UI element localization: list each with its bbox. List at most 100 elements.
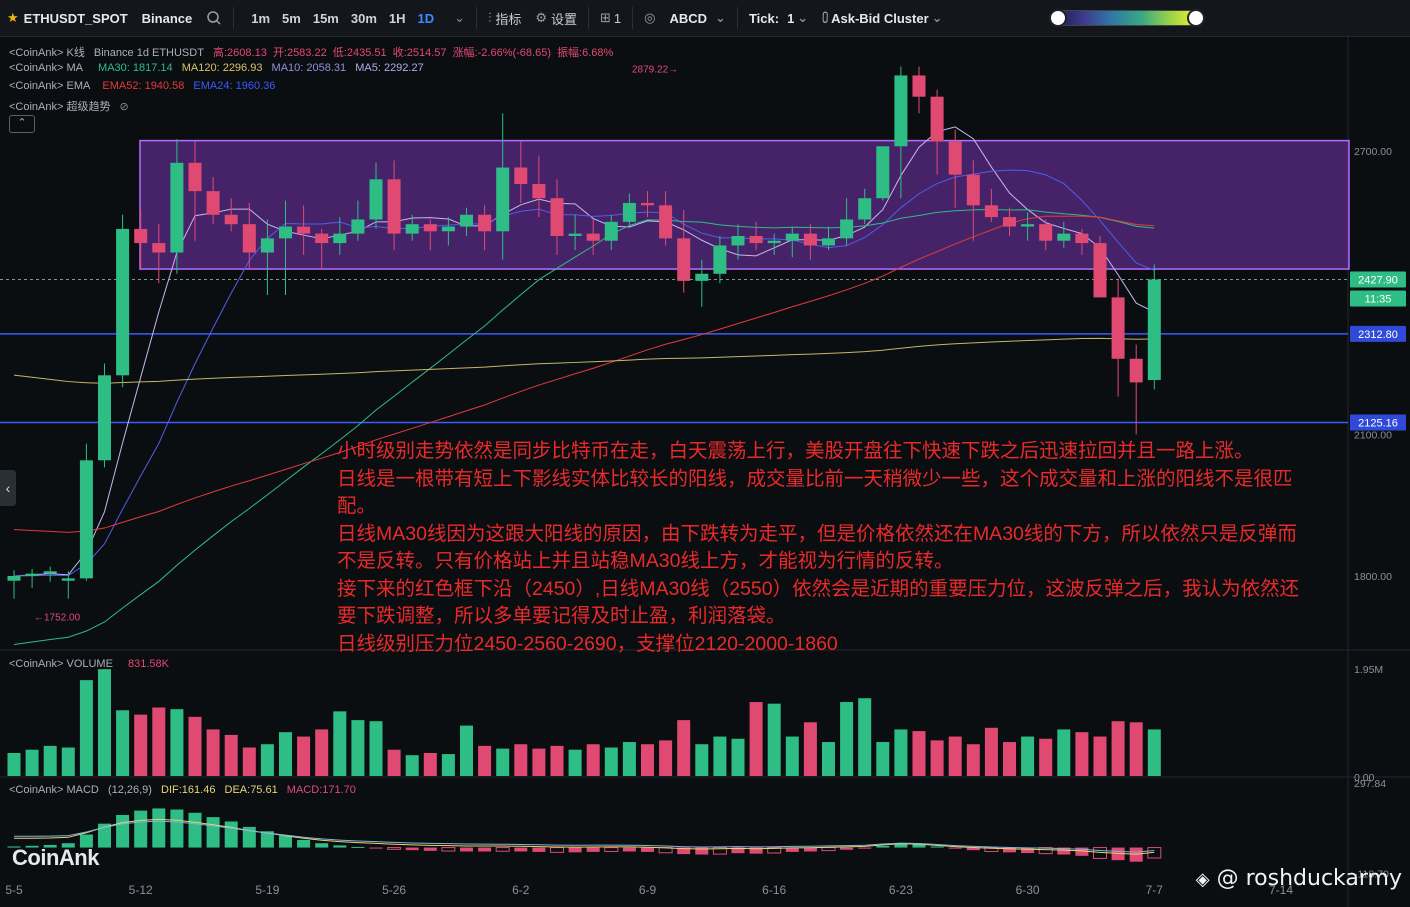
legend-high: 高:2608.13 <box>213 47 267 59</box>
annotation-line: 日线是一根带有短上下影线实体比较长的阳线，成交量比前一天稍微少一些，这个成交量和… <box>337 467 1293 518</box>
candle-body <box>930 96 944 142</box>
volume-bar <box>1003 742 1016 776</box>
candle-body <box>333 233 347 244</box>
candle-body <box>152 243 166 253</box>
candle-body <box>948 141 962 175</box>
drawing-tool-selector[interactable]: ABCD ⌄ <box>662 0 732 36</box>
volume-bar <box>441 754 455 776</box>
cluster-selector[interactable]: ⩇ Ask-Bid Cluster ⌄ <box>815 0 949 36</box>
drawing-tool-label: ABCD <box>669 10 708 26</box>
volume-bar <box>677 720 691 776</box>
settings-button[interactable]: ⚙ 设置 <box>528 0 584 36</box>
watermark-text: @ roshduckarmy <box>1216 866 1402 891</box>
price-label-hline: 2125.16 <box>1350 414 1406 431</box>
collapse-legend-button[interactable]: ⌃ <box>9 115 35 133</box>
volume-bar <box>170 709 184 776</box>
macd-bar <box>514 847 528 852</box>
candle-body <box>785 233 799 241</box>
macd-bar <box>351 846 365 848</box>
candle-body <box>7 576 21 581</box>
star-icon[interactable]: ★ <box>7 10 19 26</box>
macd-bar <box>387 847 402 850</box>
indicators-icon: ⫶ <box>488 10 492 25</box>
divider <box>233 7 235 29</box>
heatmap-gradient-slider[interactable] <box>1049 9 1205 27</box>
interval-5m[interactable]: 5m <box>276 11 307 26</box>
interval-1h[interactable]: 1H <box>383 11 412 26</box>
legend-low: 低:2435.51 <box>332 47 387 59</box>
date-tick-label: 6-23 <box>889 883 913 897</box>
volume-bar <box>423 752 437 776</box>
kline-legend: <CoinAnk> K线 Binance 1d ETHUSDT 高:2608.1… <box>9 44 619 60</box>
legend-prefix: <CoinAnk> EMA <box>9 80 91 92</box>
slider-left-handle[interactable] <box>1049 9 1067 27</box>
tick-selector[interactable]: Tick: 1 ⌄ <box>742 0 815 36</box>
candle-body <box>242 224 256 253</box>
candle-body <box>496 167 510 232</box>
candle-body <box>279 226 292 239</box>
volume-bar <box>1039 738 1053 776</box>
macd-bar <box>495 847 510 852</box>
visibility-icon[interactable]: ◎ <box>637 0 662 36</box>
candle-body <box>25 573 39 576</box>
candle-body <box>315 233 329 244</box>
watermark: ◈ @ roshduckarmy <box>1196 866 1402 891</box>
volume-bar <box>713 736 727 776</box>
chevron-down-icon: ⌄ <box>931 10 943 25</box>
volume-bar <box>1075 732 1089 776</box>
macd-bar <box>948 847 962 849</box>
eye-off-icon[interactable]: ⊘ <box>120 101 129 113</box>
exchange-label[interactable]: Binance <box>135 0 200 36</box>
legend-dea: DEA:75.61 <box>224 784 278 796</box>
candle-body <box>586 233 600 241</box>
candle-body <box>297 226 311 234</box>
analysis-annotation: 小时级别走势依然是同步比特币在走，白天震荡上行，美股开盘往下快速下跌之后迅速拉回… <box>337 438 1312 658</box>
macd-bar <box>821 847 836 852</box>
legend-open: 开:2583.22 <box>272 47 327 59</box>
volume-bar <box>912 731 926 776</box>
candle-body <box>206 191 220 215</box>
candle-body <box>351 219 365 234</box>
volume-bar <box>749 702 763 776</box>
volume-bar <box>532 748 546 776</box>
volume-bar <box>803 722 817 776</box>
search-icon[interactable] <box>199 0 229 36</box>
volume-tick-label: 1.95M <box>1354 664 1383 676</box>
ema-legend: <CoinAnk> EMA EMA52: 1940.58 EMA24: 1960… <box>9 80 281 92</box>
candle-body <box>749 236 763 244</box>
ma-legend: <CoinAnk> MA MA30: 1817.14 MA120: 2296.9… <box>9 62 430 74</box>
macd-bar <box>441 847 456 852</box>
symbol-selector[interactable]: ★ ETHUSDT_SPOT <box>0 0 135 36</box>
divider <box>632 7 634 29</box>
volume-bar <box>478 745 492 776</box>
legend-prefix: <CoinAnk> MA <box>9 62 83 74</box>
candle-body <box>460 214 473 227</box>
interval-dropdown-chevron-icon[interactable]: ⌄ <box>447 0 472 36</box>
macd-bar <box>622 847 636 852</box>
indicators-button[interactable]: ⫶ 指标 <box>481 0 528 36</box>
volume-bar <box>496 748 510 776</box>
interval-30m[interactable]: 30m <box>345 11 383 26</box>
interval-1m[interactable]: 1m <box>245 11 276 26</box>
macd-bar <box>586 847 600 852</box>
candle-body <box>478 214 492 232</box>
interval-1d[interactable]: 1D <box>412 11 441 26</box>
date-tick-label: 5-12 <box>129 883 153 897</box>
layout-label: 1 <box>613 10 622 26</box>
macd-bar <box>206 817 220 848</box>
candle-body <box>79 460 93 579</box>
chevron-left-icon[interactable]: ‹ <box>0 470 16 506</box>
candle-body <box>405 224 419 234</box>
price-tick-label: 1800.00 <box>1354 571 1392 583</box>
date-tick-label: 6-30 <box>1016 883 1040 897</box>
price-tick-label: 2100.00 <box>1354 429 1392 441</box>
date-tick-label: 6-9 <box>639 883 657 897</box>
layout-button[interactable]: ⊞ 1 <box>593 0 628 36</box>
price-tick-label: 2700.00 <box>1354 146 1392 158</box>
price-label-text: 2125.16 <box>1358 417 1398 429</box>
slider-right-handle[interactable] <box>1187 9 1205 27</box>
date-tick-label: 6-16 <box>762 883 786 897</box>
candle-body <box>568 233 582 236</box>
interval-15m[interactable]: 15m <box>307 11 345 26</box>
candle-body <box>695 273 709 281</box>
